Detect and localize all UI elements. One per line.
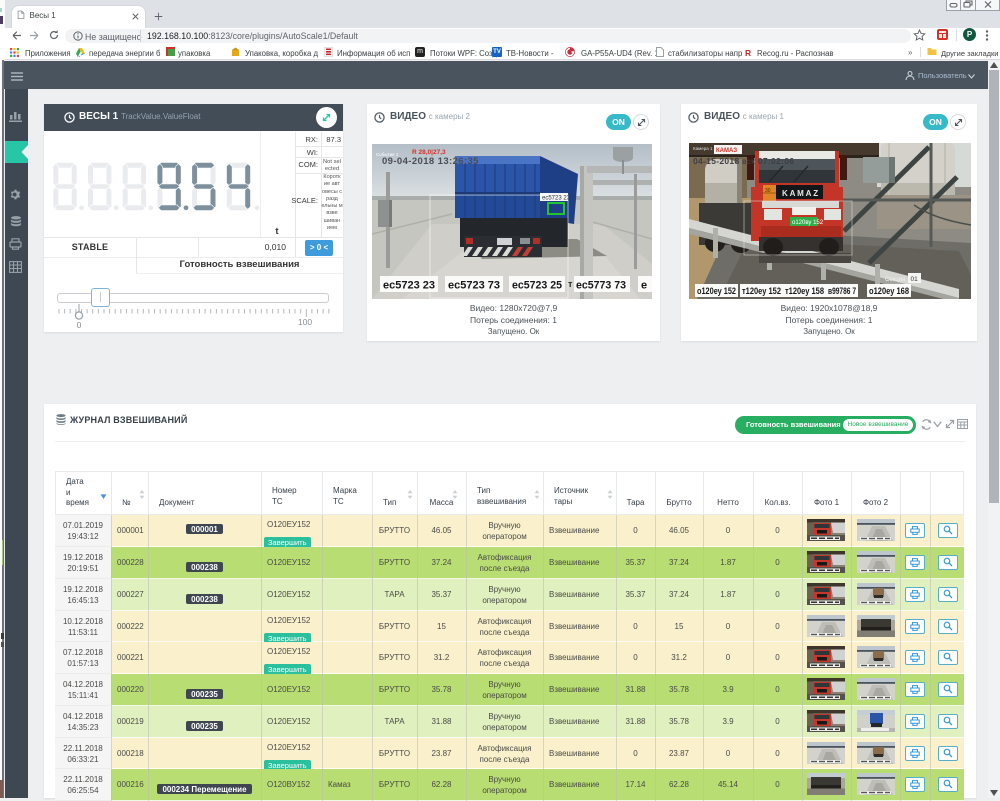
svg-text:т: т: [568, 279, 573, 289]
svg-text:т120еу 158: т120еу 158: [785, 286, 824, 297]
svg-text:Секция: Секция: [885, 277, 905, 283]
svg-text:KAMAZ: KAMAZ: [782, 189, 820, 198]
svg-text:т120еу 152: т120еу 152: [742, 286, 781, 297]
svg-text:о120ву 152: о120ву 152: [792, 220, 824, 226]
svg-text:01: 01: [911, 276, 919, 283]
svg-text:о120еу 168: о120еу 168: [869, 286, 909, 297]
svg-text:09-04-2018 13:26:35: 09-04-2018 13:26:35: [382, 156, 479, 167]
svg-text:ec5773 73: ec5773 73: [576, 280, 626, 292]
svg-text:ec5723 25: ec5723 25: [512, 280, 562, 292]
svg-text:ec5723 23: ec5723 23: [383, 280, 435, 292]
svg-text:Камера 1: Камера 1: [693, 146, 713, 151]
svg-text:ec5723 23: ec5723 23: [542, 196, 571, 202]
svg-text:R 28,0|27,3: R 28,0|27,3: [412, 149, 446, 156]
svg-text:КАМАЗ: КАМАЗ: [716, 148, 737, 154]
svg-text:в99786 7: в99786 7: [828, 286, 856, 297]
svg-text:30: 30: [765, 188, 771, 194]
svg-text:ec5723 73: ec5723 73: [448, 280, 500, 292]
svg-text:e: e: [641, 280, 647, 292]
svg-text:о120еу 152: о120еу 152: [697, 286, 736, 297]
